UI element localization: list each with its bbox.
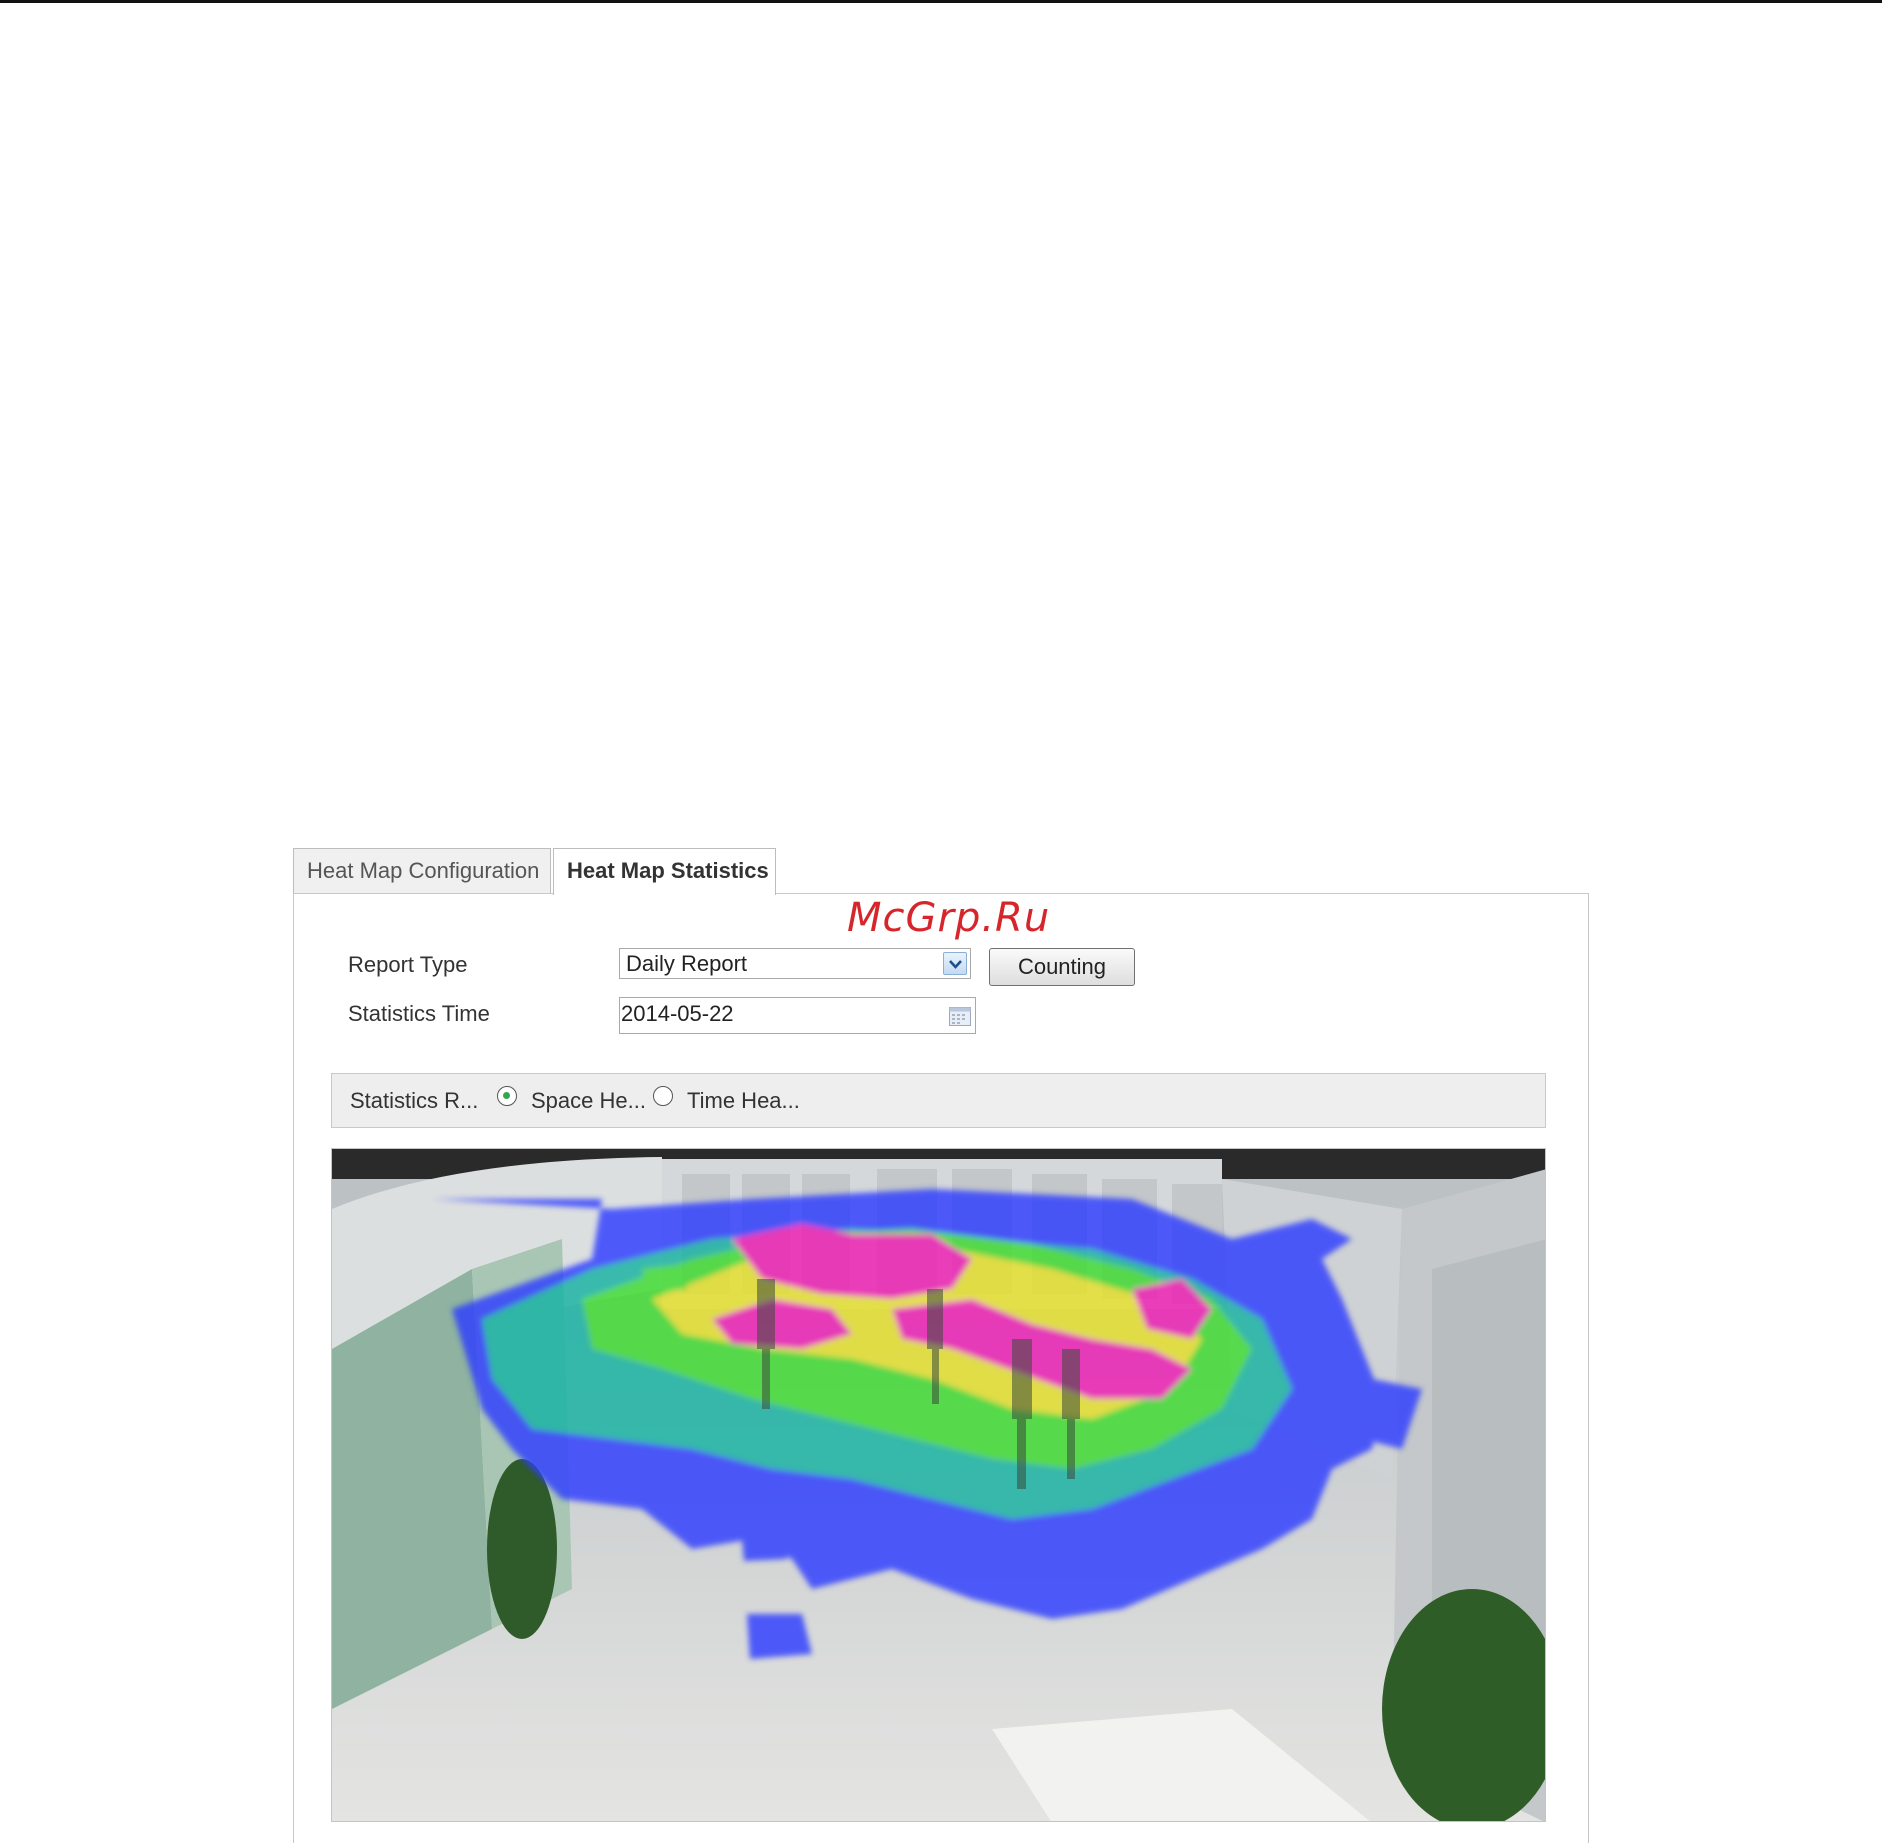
report-type-select[interactable]: Daily Report: [619, 948, 971, 979]
report-type-value: Daily Report: [626, 951, 748, 976]
heat-map-image: [331, 1148, 1546, 1822]
space-heat-map-label[interactable]: Space He...: [531, 1088, 646, 1114]
statistics-time-input[interactable]: 2014-05-22: [619, 997, 976, 1034]
space-heat-map-radio[interactable]: [497, 1086, 517, 1106]
report-type-label: Report Type: [348, 952, 468, 977]
watermark: McGrp.Ru: [847, 895, 1051, 941]
top-rule: [0, 0, 1882, 3]
statistics-time-value: 2014-05-22: [621, 1001, 734, 1026]
counting-button[interactable]: Counting: [989, 948, 1135, 986]
time-heat-map-label[interactable]: Time Hea...: [687, 1088, 800, 1114]
statistics-time-label: Statistics Time: [348, 1001, 490, 1026]
calendar-icon[interactable]: [949, 1007, 971, 1026]
tab-heat-map-statistics[interactable]: Heat Map Statistics: [553, 848, 776, 895]
statistics-result-bar: Statistics R... Space He... Time Hea...: [331, 1073, 1546, 1128]
tab-heat-map-configuration[interactable]: Heat Map Configuration: [293, 848, 551, 893]
time-heat-map-radio[interactable]: [653, 1086, 673, 1106]
chevron-down-icon[interactable]: [943, 952, 967, 975]
statistics-result-label: Statistics R...: [350, 1088, 479, 1113]
